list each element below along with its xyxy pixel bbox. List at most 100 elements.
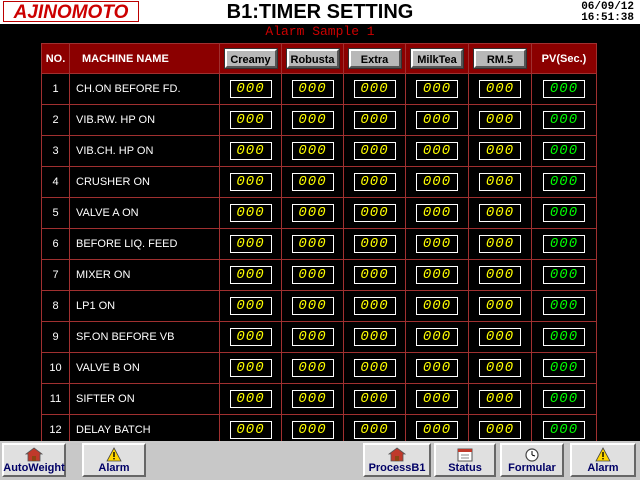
table-row: 11 SIFTER ON 000 000 000 000 000 000 [41, 383, 597, 415]
timer-setpoint-input[interactable]: 000 [479, 390, 521, 408]
timer-setpoint-input[interactable]: 000 [229, 328, 272, 346]
timer-setpoint-input[interactable]: 000 [479, 173, 521, 191]
page-title: B1:TIMER SETTING [226, 1, 414, 23]
timer-setpoint-input[interactable]: 000 [291, 421, 334, 439]
timer-setpoint-input[interactable]: 000 [291, 328, 334, 346]
timer-setpoint-input[interactable]: 000 [416, 204, 458, 222]
autoweight-button[interactable]: AutoWeight [2, 443, 66, 477]
timer-setpoint-input[interactable]: 000 [416, 142, 458, 160]
row-number: 5 [41, 197, 70, 229]
timer-setpoint-input[interactable]: 000 [229, 173, 272, 191]
timer-setpoint-input[interactable]: 000 [229, 390, 272, 408]
timer-setpoint-input[interactable]: 000 [479, 421, 521, 439]
table-row: 8 LP1 ON 000 000 000 000 000 000 [41, 290, 597, 322]
timer-setpoint-input[interactable]: 000 [229, 204, 272, 222]
timer-setpoint-input[interactable]: 000 [291, 80, 334, 98]
table-header-row: NO. MACHINE NAME Creamy Robusta Extra Mi… [41, 43, 597, 74]
machine-name: MIXER ON [69, 259, 220, 291]
timer-setpoint-input[interactable]: 000 [229, 235, 272, 253]
pv-display: 000 [543, 142, 585, 160]
timer-setpoint-input[interactable]: 000 [353, 266, 396, 284]
timer-setpoint-input[interactable]: 000 [291, 204, 334, 222]
timer-setpoint-input[interactable]: 000 [229, 142, 272, 160]
recipe-button-milktea[interactable]: MilkTea [410, 48, 464, 69]
timer-setpoint-input[interactable]: 000 [479, 111, 521, 129]
timer-setpoint-input[interactable]: 000 [416, 390, 458, 408]
timer-setpoint-input[interactable]: 000 [291, 297, 334, 315]
timer-setpoint-input[interactable]: 000 [353, 173, 396, 191]
timer-setpoint-input[interactable]: 000 [229, 297, 272, 315]
row-number: 4 [41, 166, 70, 198]
timer-setpoint-input[interactable]: 000 [353, 390, 396, 408]
timer-setpoint-input[interactable]: 000 [291, 390, 334, 408]
pv-display: 000 [543, 297, 585, 315]
timer-setpoint-input[interactable]: 000 [353, 204, 396, 222]
timer-setpoint-input[interactable]: 000 [353, 297, 396, 315]
recipe-button-creamy[interactable]: Creamy [223, 48, 278, 69]
timer-setpoint-input[interactable]: 000 [479, 142, 521, 160]
timer-setpoint-input[interactable]: 000 [353, 111, 396, 129]
table-row: 9 SF.ON BEFORE VB 000 000 000 000 000 000 [41, 321, 597, 353]
processb1-button[interactable]: ProcessB1 [363, 443, 431, 477]
timer-setpoint-input[interactable]: 000 [229, 111, 272, 129]
timer-setpoint-input[interactable]: 000 [353, 142, 396, 160]
table-row: 1 CH.ON BEFORE FD. 000 000 000 000 000 000 [41, 73, 597, 105]
timer-setpoint-input[interactable]: 000 [416, 173, 458, 191]
header-bar: AJINOMOTO B1:TIMER SETTING 06/09/12 16:5… [0, 0, 640, 24]
timer-setpoint-input[interactable]: 000 [353, 235, 396, 253]
row-number: 11 [41, 383, 70, 415]
timer-setpoint-input[interactable]: 000 [416, 328, 458, 346]
timer-setpoint-input[interactable]: 000 [416, 421, 458, 439]
row-number: 3 [41, 135, 70, 167]
timer-setpoint-input[interactable]: 000 [291, 142, 334, 160]
machine-name: SF.ON BEFORE VB [69, 321, 220, 353]
timer-setpoint-input[interactable]: 000 [291, 266, 334, 284]
timer-setpoint-input[interactable]: 000 [229, 80, 272, 98]
timer-setpoint-input[interactable]: 000 [479, 297, 521, 315]
timer-setpoint-input[interactable]: 000 [416, 80, 458, 98]
row-number: 8 [41, 290, 70, 322]
timer-setpoint-input[interactable]: 000 [291, 173, 334, 191]
timer-setpoint-input[interactable]: 000 [353, 80, 396, 98]
recipe-button-rm5[interactable]: RM.5 [473, 48, 527, 69]
timer-setpoint-input[interactable]: 000 [416, 235, 458, 253]
table-row: 3 VIB.CH. HP ON 000 000 000 000 000 000 [41, 135, 597, 167]
timer-setpoint-input[interactable]: 000 [479, 204, 521, 222]
timer-setpoint-input[interactable]: 000 [291, 359, 334, 377]
timer-setpoint-input[interactable]: 000 [416, 111, 458, 129]
column-header-machine-name: MACHINE NAME [69, 43, 220, 74]
table-row: 5 VALVE A ON 000 000 000 000 000 000 [41, 197, 597, 229]
machine-name: VIB.RW. HP ON [69, 104, 220, 136]
timer-setpoint-input[interactable]: 000 [229, 421, 272, 439]
machine-name: VALVE A ON [69, 197, 220, 229]
pv-display: 000 [543, 235, 585, 253]
timer-setpoint-input[interactable]: 000 [353, 359, 396, 377]
pv-display: 000 [543, 390, 585, 408]
timer-setpoint-input[interactable]: 000 [416, 359, 458, 377]
timer-setpoint-input[interactable]: 000 [291, 111, 334, 129]
timer-setpoint-input[interactable]: 000 [416, 266, 458, 284]
timer-setpoint-input[interactable]: 000 [229, 359, 272, 377]
timer-setpoint-input[interactable]: 000 [479, 359, 521, 377]
timer-setpoint-input[interactable]: 000 [291, 235, 334, 253]
alarm-button-left[interactable]: Alarm [82, 443, 146, 477]
timer-setpoint-input[interactable]: 000 [353, 421, 396, 439]
timer-setpoint-input[interactable]: 000 [479, 266, 521, 284]
timer-setpoint-input[interactable]: 000 [353, 328, 396, 346]
row-number: 10 [41, 352, 70, 384]
timer-setpoint-input[interactable]: 000 [416, 297, 458, 315]
table-row: 7 MIXER ON 000 000 000 000 000 000 [41, 259, 597, 291]
timer-setpoint-input[interactable]: 000 [479, 80, 521, 98]
recipe-button-extra[interactable]: Extra [347, 48, 402, 69]
table-row: 4 CRUSHER ON 000 000 000 000 000 000 [41, 166, 597, 198]
house-icon [25, 446, 43, 462]
table-row: 6 BEFORE LIQ. FEED 000 000 000 000 000 000 [41, 228, 597, 260]
pv-display: 000 [543, 266, 585, 284]
timer-setpoint-input[interactable]: 000 [479, 235, 521, 253]
alarm-button-right[interactable]: Alarm [570, 443, 636, 477]
timer-setpoint-input[interactable]: 000 [229, 266, 272, 284]
status-button[interactable]: Status [434, 443, 496, 477]
formular-button[interactable]: Formular [500, 443, 564, 477]
timer-setpoint-input[interactable]: 000 [479, 328, 521, 346]
recipe-button-robusta[interactable]: Robusta [285, 48, 340, 69]
